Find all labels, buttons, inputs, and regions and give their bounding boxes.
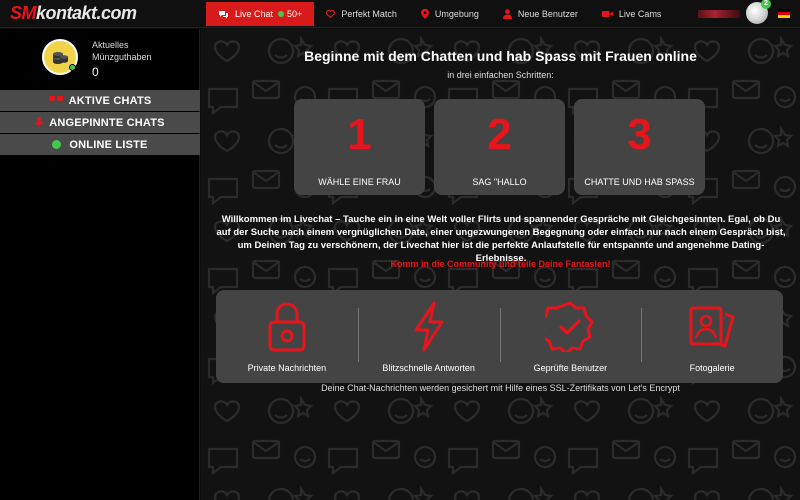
site-logo[interactable]: SMkontakt.com [10,3,137,24]
nav-neue-benutzer[interactable]: Neue Benutzer [491,2,590,26]
sidebar-item-label: AKTIVE CHATS [68,94,152,107]
nav-perfekt-match-label: Perfekt Match [341,9,397,19]
chats-icon [48,96,63,105]
main-content: Beginne mit dem Chatten und hab Spass mi… [201,29,800,500]
user-icon [502,9,512,19]
sidebar-item-angepinnte-chats[interactable]: ANGEPINNTE CHATS [0,112,200,133]
sidebar: Aktuelles Münzguthaben 0 AKTIVE CHATS AN… [0,29,200,500]
nav-umgebung-label: Umgebung [434,9,479,19]
coins-avatar[interactable] [42,39,78,75]
logo-prefix: SM [10,3,37,23]
features-panel: Private Nachrichten Blitzschnelle Antwor… [216,290,783,383]
feature-label: Blitzschnelle Antworten [382,363,475,373]
feature-item: Geprüfte Benutzer [499,290,642,383]
step-label: WÄHLE EINE FRAU [318,177,401,187]
verified-badge-icon [545,301,594,352]
step-label: SAG "HALLO [472,177,527,187]
feature-item: Private Nachrichten [216,290,358,383]
step-number: 2 [487,110,512,159]
feature-item: Fotogalerie [641,290,783,383]
ssl-security-note: Deine Chat-Nachrichten werden gesichert … [321,383,680,393]
coin-stack-icon [53,52,68,64]
photo-gallery-icon [689,306,735,348]
chat-icon [218,10,229,19]
step-card: 3 CHATTE UND HAB SPASS [574,99,705,195]
intro-paragraph: Willkommen im Livechat – Tauche ein in e… [216,214,786,264]
notification-badge: 2 [761,0,771,9]
video-camera-icon [601,10,613,18]
username-placeholder-bar[interactable] [698,10,740,18]
step-label: CHATTE UND HAB SPASS [584,177,695,187]
step-card: 2 SAG "HALLO [434,99,565,195]
community-cta-link[interactable]: Komm in die Community und teile Deine Fa… [201,259,800,269]
nav-live-cams[interactable]: Live Cams [590,2,674,26]
lock-icon [268,302,306,352]
step-number: 3 [627,110,652,159]
page-title: Beginne mit dem Chatten und hab Spass mi… [304,48,697,64]
german-flag-icon[interactable] [778,9,790,18]
nav-live-chat[interactable]: Live Chat 50+ [206,2,315,26]
nav-perfekt-match[interactable]: Perfekt Match [314,2,409,26]
lightning-icon [414,301,444,352]
feature-label: Fotogalerie [689,363,735,373]
online-indicator-icon [278,11,285,17]
logo-suffix: kontakt.com [36,3,137,23]
live-chat-count: 50+ [287,9,303,19]
step-number: 1 [347,110,372,159]
location-pin-icon [420,9,429,19]
step-card: 1 WÄHLE EINE FRAU [294,99,425,195]
coin-balance-value: 0 [92,65,99,79]
feature-label: Private Nachrichten [247,363,327,373]
coin-balance-label: Aktuelles Münzguthaben [92,40,152,62]
nav-neue-benutzer-label: Neue Benutzer [517,9,578,19]
page-subtitle: in drei einfachen Schritten: [447,70,554,80]
top-navigation-bar: SMkontakt.com Live Chat 50+ Perfekt Matc… [0,0,800,28]
sidebar-item-aktive-chats[interactable]: AKTIVE CHATS [0,90,200,111]
online-status-dot [69,64,76,71]
pin-icon [35,117,44,128]
feature-label: Geprüfte Benutzer [533,363,608,373]
online-status-icon [52,140,62,149]
sidebar-item-online-liste[interactable]: ONLINE LISTE [0,134,200,155]
sidebar-item-label: ONLINE LISTE [69,138,148,151]
heart-icon [326,10,336,18]
steps-row: 1 WÄHLE EINE FRAU 2 SAG "HALLO 3 CHATTE … [294,99,705,195]
nav-live-cams-label: Live Cams [618,9,662,19]
nav-live-chat-label: Live Chat [235,9,274,19]
feature-item: Blitzschnelle Antworten [357,290,500,383]
sidebar-item-label: ANGEPINNTE CHATS [49,116,165,129]
user-avatar[interactable]: 2 [746,0,771,24]
sidebar-menu: AKTIVE CHATS ANGEPINNTE CHATS ONLINE LIS… [0,90,200,156]
main-nav: Live Chat 50+ Perfekt Match Umgebung Neu… [206,2,673,26]
nav-umgebung[interactable]: Umgebung [409,2,491,26]
